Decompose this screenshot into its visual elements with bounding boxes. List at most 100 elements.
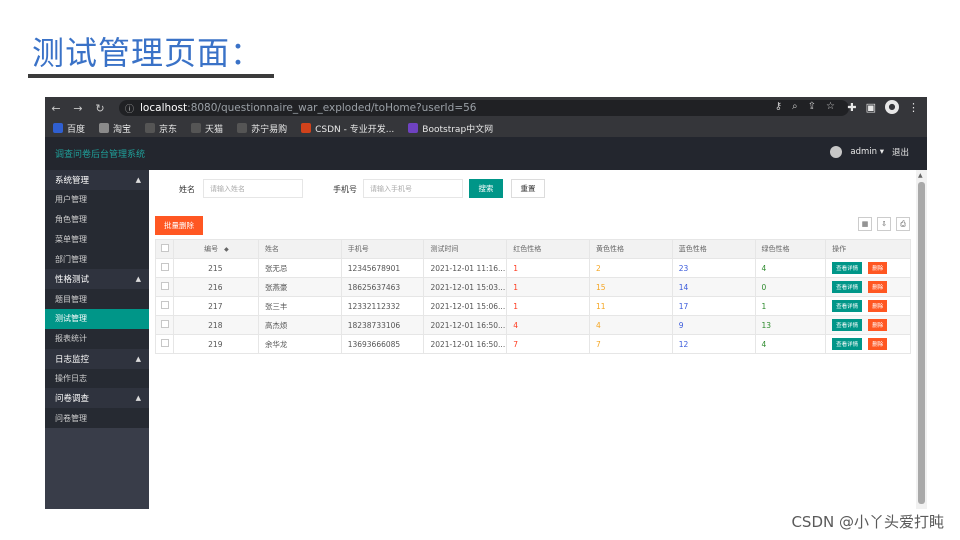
scroll-thumb[interactable] bbox=[918, 182, 925, 504]
url-path: :8080/questionnaire_war_exploded/toHome?… bbox=[187, 102, 477, 114]
column-header[interactable]: 测试时间 bbox=[423, 239, 508, 259]
cell-name: 张三丰 bbox=[257, 296, 342, 316]
sidepanel-icon[interactable]: ▣ bbox=[866, 101, 876, 114]
sidebar-group-header[interactable]: 问卷调查 ▲ bbox=[45, 388, 149, 409]
key-icon[interactable]: ⚷ bbox=[775, 101, 782, 112]
sidebar-item[interactable]: 角色管理 bbox=[45, 209, 149, 230]
sidebar-group-header[interactable]: 性格测试 ▲ bbox=[45, 269, 149, 290]
profile-icon[interactable]: ● bbox=[885, 100, 899, 114]
delete-button[interactable]: 删除 bbox=[868, 338, 888, 350]
bookmark-item[interactable]: Bootstrap中文网 bbox=[408, 122, 493, 135]
cell-phone: 12332112332 bbox=[340, 296, 425, 316]
view-detail-button[interactable]: 查看详情 bbox=[832, 338, 863, 350]
bookmark-item[interactable]: CSDN - 专业开发... bbox=[301, 122, 394, 135]
sort-icon[interactable]: ◆ bbox=[224, 246, 229, 253]
select-all-checkbox[interactable] bbox=[160, 244, 169, 252]
delete-button[interactable]: 删除 bbox=[868, 300, 888, 312]
sidebar-group-header[interactable]: 系统管理 ▲ bbox=[45, 170, 149, 190]
export-icon[interactable]: ⇩ bbox=[877, 217, 891, 231]
share-icon[interactable]: ⇪ bbox=[808, 101, 816, 112]
cell-yellow: 2 bbox=[589, 258, 673, 278]
back-icon[interactable]: ← bbox=[45, 102, 67, 115]
url-field[interactable]: ⓘ localhost:8080/questionnaire_war_explo… bbox=[119, 100, 849, 116]
delete-button[interactable]: 删除 bbox=[868, 319, 888, 331]
cell-actions: 查看详情 删除 bbox=[825, 334, 911, 354]
bookmark-item[interactable]: 百度 bbox=[53, 122, 85, 135]
menu-icon[interactable]: ⋮ bbox=[908, 101, 919, 114]
cell-time: 2021-12-01 15:03... bbox=[423, 277, 508, 297]
bookmark-item[interactable]: 天猫 bbox=[191, 122, 223, 135]
star-icon[interactable]: ☆ bbox=[826, 101, 835, 112]
view-detail-button[interactable]: 查看详情 bbox=[832, 300, 863, 312]
table-tools: ▦ ⇩ ⎙ bbox=[858, 217, 910, 231]
zoom-icon[interactable]: ⌕ bbox=[792, 101, 798, 112]
sidebar-item[interactable]: 操作日志 bbox=[45, 368, 149, 389]
sidebar-item[interactable]: 问卷管理 bbox=[45, 408, 149, 429]
view-detail-button[interactable]: 查看详情 bbox=[832, 319, 863, 331]
column-header[interactable]: 黄色性格 bbox=[589, 239, 673, 259]
batch-delete-button[interactable]: 批量删除 bbox=[155, 216, 203, 235]
row-checkbox[interactable] bbox=[160, 320, 169, 328]
column-header[interactable]: 绿色性格 bbox=[754, 239, 827, 259]
bookmark-item[interactable]: 苏宁易购 bbox=[237, 122, 287, 135]
url-host: localhost bbox=[140, 102, 188, 114]
cell-red: 1 bbox=[506, 277, 590, 297]
extensions-icon[interactable]: ✚ bbox=[847, 101, 856, 114]
cell-blue: 17 bbox=[671, 296, 756, 316]
scrollbar[interactable]: ▲ bbox=[916, 170, 927, 509]
delete-button[interactable]: 删除 bbox=[868, 262, 888, 274]
bookmark-label: Bootstrap中文网 bbox=[422, 124, 494, 135]
bookmark-item[interactable]: 淘宝 bbox=[99, 122, 131, 135]
forward-icon[interactable]: → bbox=[67, 102, 89, 115]
row-checkbox[interactable] bbox=[160, 301, 169, 309]
reset-button[interactable]: 重置 bbox=[511, 179, 545, 198]
select-all-cell bbox=[154, 239, 175, 259]
bookmark-item[interactable]: 京东 bbox=[145, 122, 177, 135]
row-checkbox[interactable] bbox=[160, 282, 169, 290]
cell-blue: 9 bbox=[671, 315, 756, 335]
sidebar-item[interactable]: 菜单管理 bbox=[45, 229, 149, 250]
sidebar-group-header[interactable]: 日志监控 ▲ bbox=[45, 348, 149, 369]
column-header-label: 姓名 bbox=[264, 245, 279, 253]
sidebar-item[interactable]: 用户管理 bbox=[45, 190, 149, 210]
cell-actions: 查看详情 删除 bbox=[825, 258, 911, 278]
view-detail-button[interactable]: 查看详情 bbox=[832, 281, 863, 293]
view-detail-button[interactable]: 查看详情 bbox=[832, 262, 863, 274]
logout-link[interactable]: 退出 bbox=[892, 146, 909, 158]
main-content: 姓名 手机号 搜索 重置 批量删除 ▦ ⇩ ⎙ 编号◆姓名手机号测试时间红色性格… bbox=[149, 170, 916, 509]
search-button[interactable]: 搜索 bbox=[469, 179, 503, 198]
caret-up-icon: ▲ bbox=[135, 176, 141, 184]
caret-up-icon: ▲ bbox=[135, 394, 141, 403]
reload-icon[interactable]: ↻ bbox=[89, 102, 111, 115]
user-menu[interactable]: admin ▾ bbox=[850, 147, 884, 157]
phone-input[interactable] bbox=[363, 179, 463, 198]
cell-actions: 查看详情 删除 bbox=[825, 296, 911, 316]
sidebar-item[interactable]: 测试管理 bbox=[45, 308, 149, 329]
sidebar-item[interactable]: 部门管理 bbox=[45, 249, 149, 270]
column-header[interactable]: 蓝色性格 bbox=[671, 239, 756, 259]
column-header-label: 绿色性格 bbox=[761, 245, 790, 253]
bookmark-label: 苏宁易购 bbox=[251, 124, 288, 135]
print-icon[interactable]: ⎙ bbox=[896, 217, 910, 231]
column-header[interactable]: 操作 bbox=[825, 239, 911, 259]
bookmark-icon bbox=[99, 123, 110, 133]
scroll-up-icon[interactable]: ▲ bbox=[918, 172, 923, 179]
cell-name: 张燕豪 bbox=[257, 277, 342, 297]
cell-time: 2021-12-01 16:50... bbox=[423, 334, 508, 354]
column-header[interactable]: 红色性格 bbox=[506, 239, 590, 259]
name-input[interactable] bbox=[203, 179, 303, 198]
row-checkbox[interactable] bbox=[160, 263, 169, 271]
sidebar-item[interactable]: 题目管理 bbox=[45, 289, 149, 309]
table-row: 215 张无忌 12345678901 2021-12-01 11:16... 1 2 23… bbox=[154, 258, 911, 278]
info-icon[interactable]: ⓘ bbox=[125, 102, 134, 115]
column-header[interactable]: 姓名 bbox=[257, 239, 342, 259]
sidebar-item[interactable]: 报表统计 bbox=[45, 328, 149, 349]
column-header[interactable]: 手机号 bbox=[340, 239, 425, 259]
name-label: 姓名 bbox=[179, 185, 195, 194]
cell-green: 0 bbox=[754, 277, 827, 297]
columns-icon[interactable]: ▦ bbox=[858, 217, 872, 231]
delete-button[interactable]: 删除 bbox=[868, 281, 888, 293]
column-header[interactable]: 编号 ◆ bbox=[173, 239, 259, 259]
row-checkbox[interactable] bbox=[160, 339, 169, 347]
user-avatar[interactable] bbox=[830, 146, 843, 158]
